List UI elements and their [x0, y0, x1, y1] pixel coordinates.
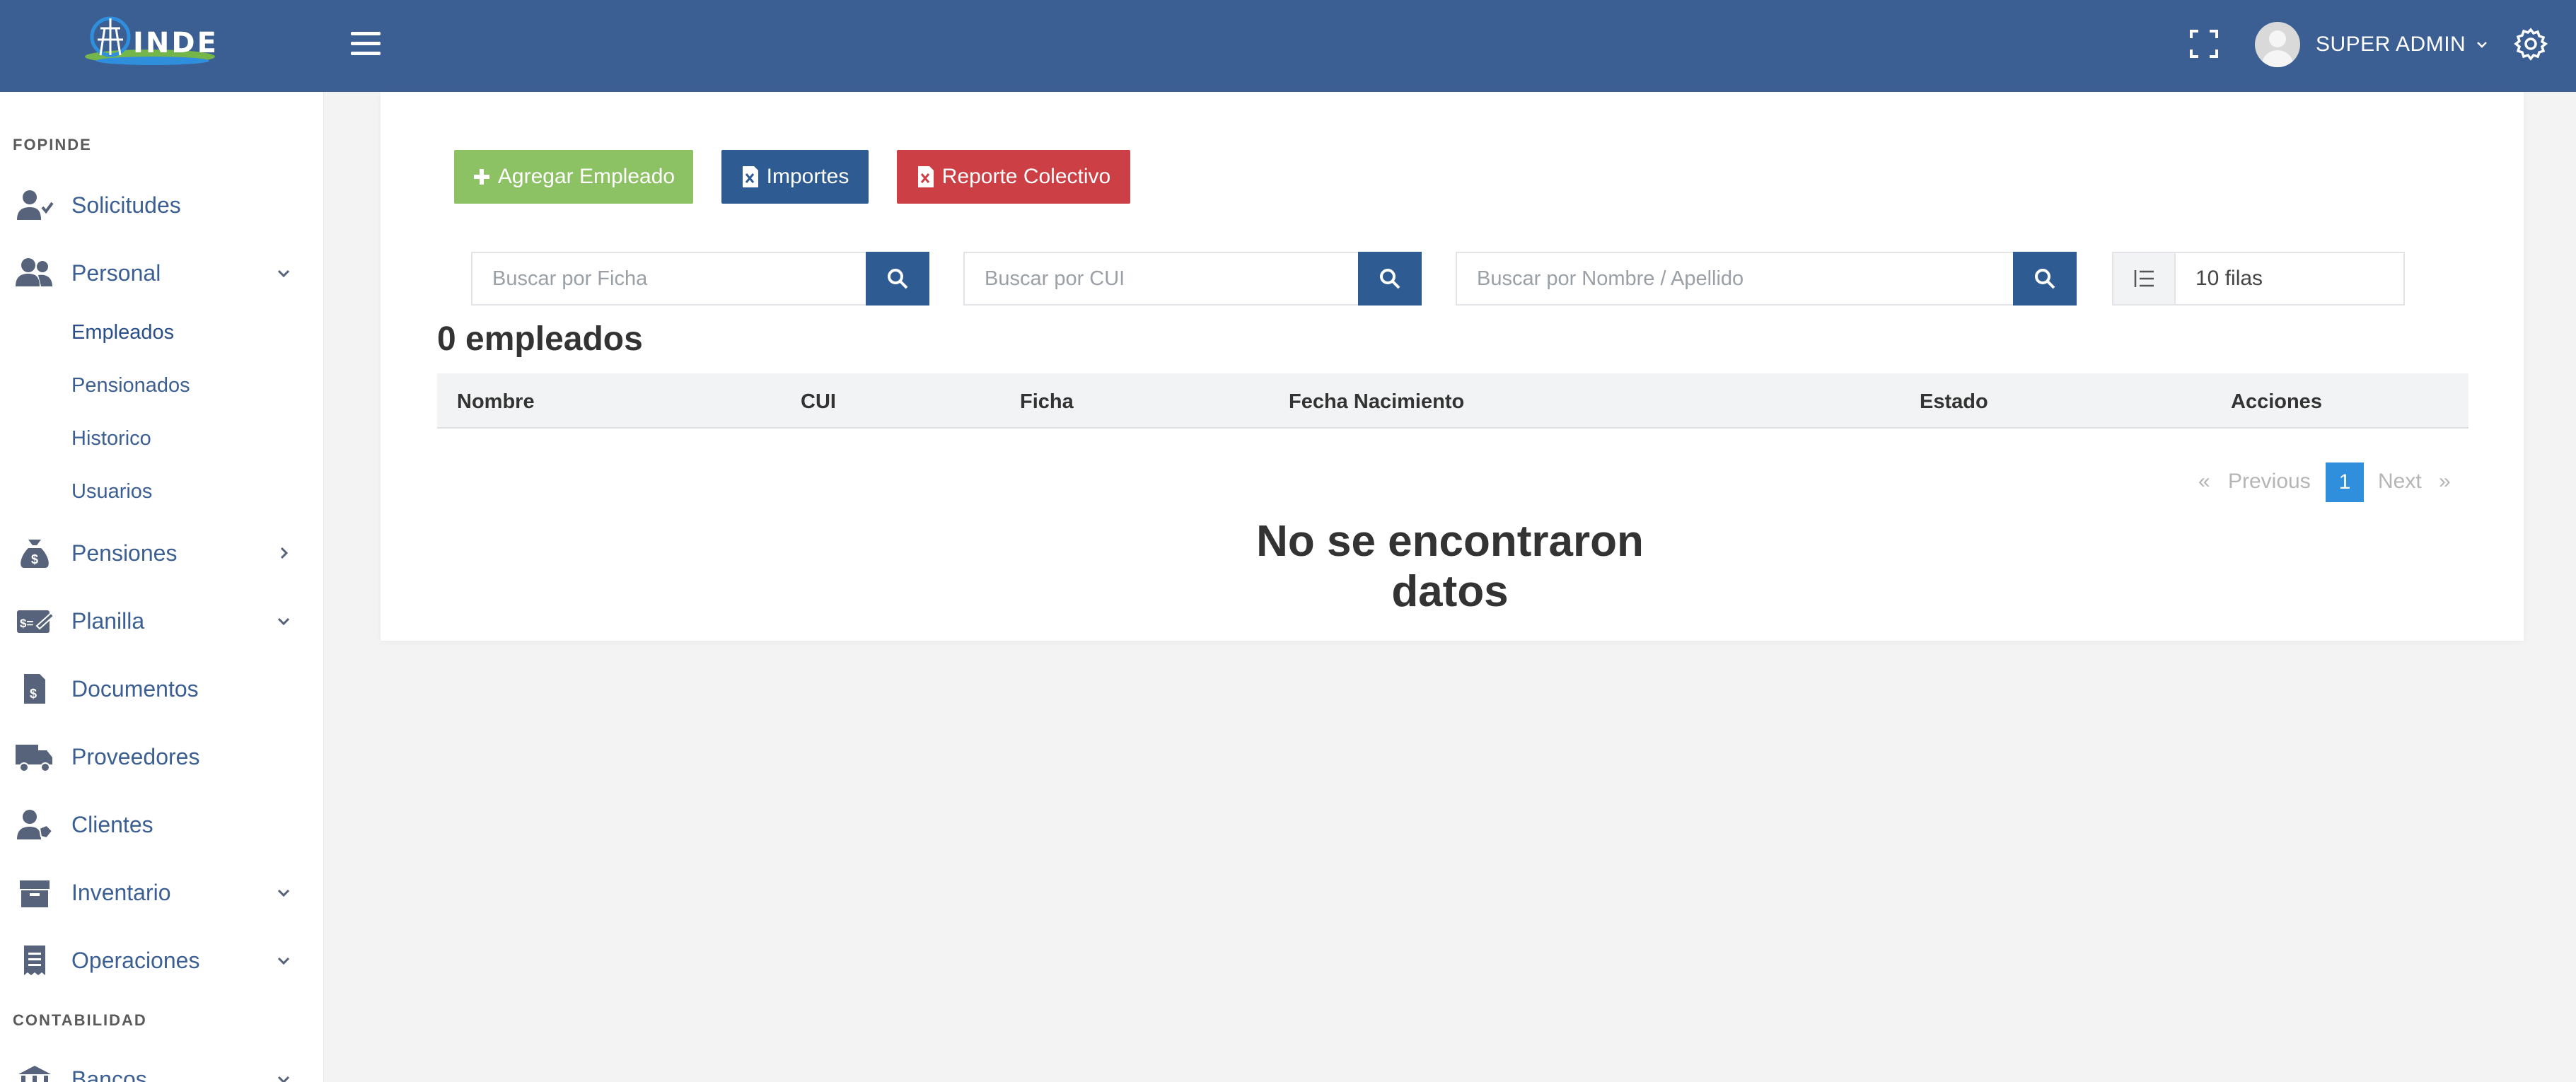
users-icon [16, 258, 52, 286]
pagination-page-1[interactable]: 1 [2326, 463, 2364, 502]
search-cui-group [963, 252, 1422, 306]
pagination-next[interactable]: Next [2378, 470, 2422, 509]
sidebar-item-documentos[interactable]: $ Documentos [0, 661, 323, 717]
sidebar-item-label: Operaciones [71, 947, 200, 973]
sidebar-item-label: Solicitudes [71, 192, 181, 218]
rows-per-page-value: 10 filas [2195, 267, 2263, 290]
sidebar-section-fopinde: FOPINDE [13, 136, 92, 153]
sidebar-item-label: Planilla [71, 607, 145, 634]
search-name-input[interactable] [1456, 252, 2013, 306]
empty-table-message: No se encontraron datos [1256, 517, 1644, 616]
pagination-first[interactable]: « [2198, 470, 2210, 509]
user-check-icon [17, 190, 54, 220]
add-employee-label: Agregar Empleado [497, 165, 675, 188]
search-name-button[interactable] [2013, 252, 2077, 306]
sidebar-item-operaciones[interactable]: Operaciones [0, 932, 323, 989]
sidebar: FOPINDE Solicitudes Personal Empleados P… [0, 92, 324, 1082]
truck-icon [16, 745, 52, 772]
file-excel-icon [742, 166, 758, 187]
sidebar-item-proveedores[interactable]: Proveedores [0, 728, 323, 785]
svg-text:$: $ [30, 687, 37, 701]
invoice-icon: $ [24, 674, 45, 704]
box-icon [20, 880, 50, 907]
sidebar-item-bancos[interactable]: Bancos [0, 1051, 323, 1082]
column-header-estado[interactable]: Estado [1920, 390, 1988, 414]
column-header-acciones: Acciones [2231, 390, 2322, 413]
sidebar-item-label: Inventario [71, 879, 171, 905]
column-header-nombre[interactable]: Nombre [457, 390, 535, 414]
add-employee-button[interactable]: Agregar Empleado [454, 150, 693, 204]
chevron-down-icon [277, 269, 290, 278]
search-icon [2035, 269, 2055, 289]
chevron-right-icon [280, 547, 289, 559]
search-cui-input[interactable] [963, 252, 1358, 306]
pagination-last[interactable]: » [2439, 470, 2451, 509]
sidebar-item-label: Personal [71, 260, 161, 286]
sidebar-item-solicitudes[interactable]: Solicitudes [0, 177, 323, 233]
search-cui-button[interactable] [1358, 252, 1422, 306]
user-name: SUPER ADMIN [2316, 33, 2466, 56]
receipt-icon [24, 946, 45, 975]
employee-count: 0 empleados [437, 320, 643, 358]
collective-report-label: Reporte Colectivo [941, 165, 1111, 188]
sidebar-subitem-empleados[interactable]: Empleados [71, 321, 174, 344]
user-menu[interactable]: SUPER ADMIN [2255, 20, 2488, 69]
chevron-down-icon [277, 617, 290, 626]
imports-label: Importes [766, 165, 849, 188]
search-name-group [1456, 252, 2077, 306]
column-header-cui[interactable]: CUI [801, 390, 836, 414]
svg-text:$=: $= [20, 617, 33, 630]
top-navbar: INDE SUPER ADMIN [0, 0, 2576, 92]
sidebar-subitem-pensionados[interactable]: Pensionados [71, 374, 190, 397]
search-ficha-button[interactable] [866, 252, 929, 306]
gear-icon[interactable] [2514, 27, 2548, 61]
column-header-ficha[interactable]: Ficha [1020, 390, 1074, 414]
money-bag-icon: $ [21, 540, 49, 568]
sidebar-section-contabilidad: CONTABILIDAD [13, 1011, 147, 1029]
table-header: Nombre CUI Ficha Fecha Nacimiento Estado… [437, 373, 2468, 429]
sidebar-item-personal[interactable]: Personal [0, 245, 323, 301]
inde-logo[interactable]: INDE [79, 11, 228, 76]
sidebar-item-label: Documentos [71, 675, 199, 702]
bank-icon [18, 1066, 51, 1082]
menu-toggle-icon[interactable] [351, 32, 381, 56]
sidebar-item-label: Clientes [71, 811, 153, 837]
search-ficha-input[interactable] [471, 252, 866, 306]
sidebar-item-clientes[interactable]: Clientes [0, 796, 323, 853]
logo-text: INDE [133, 27, 219, 59]
search-icon [1380, 269, 1400, 289]
column-header-fecha-nacimiento[interactable]: Fecha Nacimiento [1289, 390, 1464, 414]
file-excel-icon [917, 166, 934, 187]
search-ficha-group [471, 252, 929, 306]
sidebar-item-label: Bancos [71, 1066, 147, 1082]
avatar [2255, 22, 2300, 67]
sidebar-item-planilla[interactable]: $= Planilla [0, 593, 323, 649]
chevron-down-icon [277, 1076, 290, 1082]
collective-report-button[interactable]: Reporte Colectivo [897, 150, 1130, 204]
sidebar-item-pensiones[interactable]: $ Pensiones [0, 525, 323, 581]
pagination-previous[interactable]: Previous [2228, 470, 2311, 509]
sidebar-subitem-historico[interactable]: Historico [71, 427, 151, 450]
search-icon [888, 269, 908, 289]
chevron-down-icon [277, 957, 290, 965]
sidebar-item-inventario[interactable]: Inventario [0, 864, 323, 921]
sidebar-item-label: Pensiones [71, 540, 178, 566]
user-tag-icon [17, 810, 54, 839]
list-ordered-icon [2113, 253, 2176, 304]
money-check-icon: $= [17, 610, 54, 633]
sidebar-item-label: Proveedores [71, 743, 200, 769]
chevron-down-icon [2477, 42, 2488, 48]
svg-text:$: $ [31, 552, 38, 566]
sidebar-subitem-usuarios[interactable]: Usuarios [71, 480, 152, 504]
imports-button[interactable]: Importes [721, 150, 869, 204]
rows-per-page-select[interactable]: 10 filas [2112, 252, 2405, 306]
chevron-down-icon [277, 889, 290, 897]
plus-icon [473, 169, 489, 185]
fullscreen-icon[interactable] [2190, 30, 2218, 58]
